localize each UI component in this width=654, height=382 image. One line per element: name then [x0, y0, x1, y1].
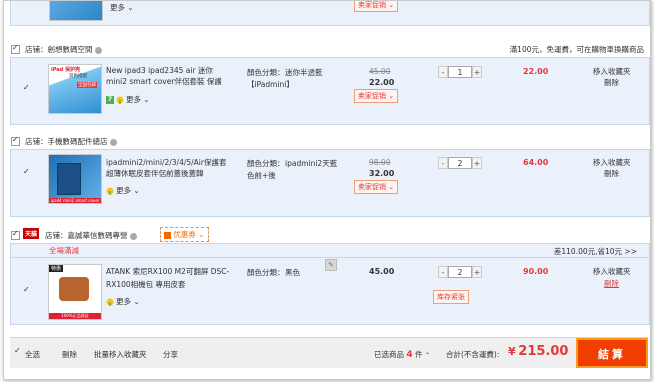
move-to-favorites-link[interactable]: 移入收藏夾	[593, 266, 631, 277]
unit-price: 45.00	[369, 267, 395, 276]
product-title[interactable]: ipadmini2/mini/2/3/4/5/Air保護套超薄休眠皮套伴侶前蓋後…	[106, 157, 231, 179]
item-subtotal: 22.00	[523, 67, 549, 76]
seller-promo-button[interactable]: 卖家促销 ⌄	[354, 1, 399, 12]
thumb-caption: 特惠	[49, 265, 64, 272]
shop-checkbox[interactable]	[11, 43, 20, 54]
decrease-button[interactable]: -	[438, 157, 448, 169]
more-label[interactable]: 更多 ⌄	[110, 2, 134, 13]
unit-price: 32.00	[369, 169, 395, 178]
wangwang-icon[interactable]	[94, 46, 102, 54]
move-to-favorites-link[interactable]: 移入收藏夾	[593, 157, 631, 168]
original-price: 45.00	[369, 67, 391, 76]
spec-label: 顏色分類：	[247, 268, 285, 277]
service-icons: 更多 ⌄	[106, 296, 140, 307]
product-thumbnail[interactable]	[49, 1, 103, 21]
shop-name[interactable]: 店铺：嘉誠華信數碼專營	[45, 230, 137, 241]
spec-value: 迷你半透藍【iPadmini】	[247, 68, 323, 89]
increase-button[interactable]: +	[472, 266, 482, 278]
quantity-stepper[interactable]: - 2 +	[438, 157, 482, 169]
quantity-input[interactable]: 1	[448, 66, 472, 78]
item-subtotal: 64.00	[523, 158, 549, 167]
delete-link[interactable]: 刪除	[604, 278, 619, 289]
delete-link[interactable]: 刪除	[604, 77, 619, 88]
total-label: 合計(不含運費):	[446, 350, 500, 359]
shop-checkbox[interactable]	[11, 229, 20, 240]
decrease-button[interactable]: -	[438, 266, 448, 278]
quantity-input[interactable]: 2	[448, 266, 472, 278]
checkout-button[interactable]: 結算	[576, 338, 648, 368]
thumb-caption: 全国包邮	[77, 82, 97, 88]
divider	[11, 257, 649, 258]
product-title[interactable]: New ipad3 ipad2345 air 迷你mini2 smart cov…	[106, 65, 231, 87]
move-to-favorites-link[interactable]: 移入收藏夾	[593, 66, 631, 77]
thumb-caption: 100%正品保证	[49, 313, 101, 319]
shop-notice: 滿100元，免運費，可在購物車換購商品	[509, 45, 644, 54]
item-checkbox[interactable]	[23, 83, 30, 93]
original-price: 98.00	[369, 158, 391, 167]
cart-item-row: ipad4 mini2 smart cover ipadmini2/mini/2…	[10, 149, 650, 217]
unit-price: 22.00	[369, 78, 395, 87]
stock-warning: 库存紧张	[433, 290, 469, 304]
cart-footer: 全选 刪除 批量移入收藏夾 分享 已选商品 4 件 ⌃ 合計(不含運費): ¥ …	[10, 337, 648, 368]
total-amount: ¥ 215.00	[508, 344, 569, 359]
seven-day-return-icon[interactable]: 7	[106, 95, 114, 104]
arrow-up-icon[interactable]: ⌃	[425, 352, 430, 359]
shop-name[interactable]: 店铺：創想數碼空間	[25, 44, 102, 55]
selected-count: 已选商品 4 件 ⌃	[374, 350, 430, 360]
quantity-stepper[interactable]: - 1 +	[438, 66, 482, 78]
service-icons: 7 更多 ⌄	[106, 94, 150, 105]
tmall-icon: 天貓	[23, 228, 40, 239]
quantity-stepper[interactable]: - 2 +	[438, 266, 482, 278]
delete-link[interactable]: 刪除	[604, 168, 619, 179]
coupon-button[interactable]: 优惠券 ⌄	[160, 227, 209, 242]
leaf-icon[interactable]	[106, 187, 114, 195]
item-checkbox[interactable]	[23, 285, 30, 295]
more-label[interactable]: 更多 ⌄	[126, 95, 150, 104]
edit-icon[interactable]: ✎	[325, 259, 337, 271]
spec-value: ipadmini2天藍色前+後	[247, 159, 338, 180]
increase-button[interactable]: +	[472, 157, 482, 169]
wangwang-icon[interactable]	[109, 138, 117, 146]
quantity-input[interactable]: 2	[448, 157, 472, 169]
increase-button[interactable]: +	[472, 66, 482, 78]
more-label[interactable]: 更多 ⌄	[116, 297, 140, 306]
coupon-icon	[164, 231, 171, 239]
discount-tag: 全場滿減	[49, 246, 79, 255]
thumb-caption: iPad 保护壳	[51, 67, 80, 73]
thumb-caption: 双色搭配	[69, 74, 87, 79]
product-title[interactable]: ATANK 索尼RX100 M2可翻屏 DSC-RX100相機包 專用皮套	[106, 265, 231, 291]
cart-item-row-partial: 更多 ⌄ 卖家促销 ⌄	[10, 1, 650, 26]
cart-item-row: 全場滿減 差110.00元,省10元 >> 特惠 100%正品保证 ATANK …	[10, 243, 650, 325]
shop-checkbox[interactable]	[11, 135, 20, 146]
leaf-icon[interactable]	[106, 298, 114, 306]
leaf-icon[interactable]	[116, 96, 124, 104]
product-thumbnail[interactable]: ipad4 mini2 smart cover	[48, 154, 102, 204]
more-label[interactable]: 更多 ⌄	[116, 186, 140, 195]
select-all-label[interactable]: 全选	[25, 349, 40, 360]
product-thumbnail[interactable]: iPad 保护壳 双色搭配 全国包邮	[48, 64, 102, 114]
seller-promo-button[interactable]: 卖家促销 ⌄	[354, 89, 399, 103]
item-checkbox[interactable]	[23, 167, 30, 177]
seller-promo-button[interactable]: 卖家促销 ⌄	[354, 180, 399, 194]
thumb-caption: ipad4 mini2 smart cover	[49, 198, 101, 203]
share-link[interactable]: 分享	[163, 349, 178, 360]
shop-name[interactable]: 店铺：手機數碼配件總店	[25, 136, 117, 147]
item-subtotal: 90.00	[523, 267, 549, 276]
cart-window: 更多 ⌄ 卖家促销 ⌄ 店铺：創想數碼空間 滿100元，免運費，可在購物車換購商…	[3, 0, 651, 380]
cart-item-row: iPad 保护壳 双色搭配 全国包邮 New ipad3 ipad2345 ai…	[10, 57, 650, 125]
footer-delete-link[interactable]: 刪除	[62, 349, 77, 360]
batch-favorites-link[interactable]: 批量移入收藏夾	[94, 349, 147, 360]
wangwang-icon[interactable]	[129, 232, 137, 240]
product-thumbnail[interactable]: 特惠 100%正品保证	[48, 264, 102, 320]
discount-note[interactable]: 差110.00元,省10元 >>	[554, 246, 637, 257]
spec-value: 黑色	[285, 268, 300, 277]
select-all-checkbox[interactable]	[14, 346, 21, 356]
service-icons: 更多 ⌄	[106, 185, 140, 196]
decrease-button[interactable]: -	[438, 66, 448, 78]
